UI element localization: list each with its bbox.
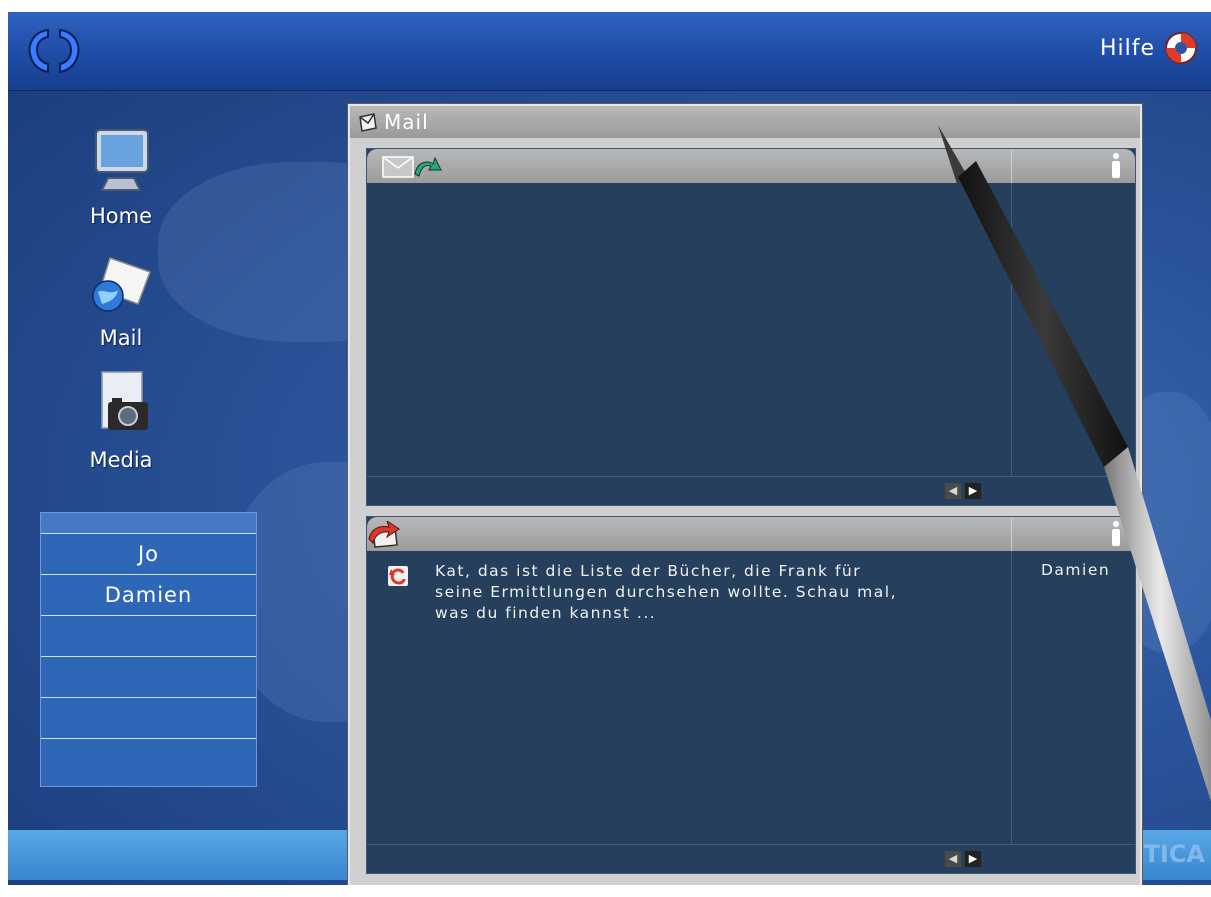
contact-list: Jo Damien	[40, 512, 257, 787]
message-sender: Damien	[1041, 561, 1111, 579]
inbox-pager: ◀ ▶	[945, 483, 981, 499]
nav-home-label: Home	[89, 204, 152, 228]
inbox-header	[367, 149, 1135, 183]
brand-text: TICA	[1143, 840, 1206, 868]
mail-window-title: Mail	[384, 110, 429, 134]
person-icon	[1112, 153, 1120, 178]
contact-item[interactable]	[41, 739, 256, 779]
mail-window: Mail ◀ ▶ Kat, das ist die Liste der Büch…	[348, 104, 1142, 885]
message-preview: Kat, das ist die Liste der Bücher, die F…	[435, 562, 898, 622]
contact-item[interactable]	[41, 616, 256, 657]
desktop: Hilfe Home Mail Media Jo Damien TICA Mai…	[8, 12, 1211, 885]
mail-window-titlebar[interactable]: Mail	[350, 106, 1140, 138]
contact-item[interactable]: Damien	[41, 575, 256, 616]
nav-media-label: Media	[89, 448, 153, 472]
header-divider	[1011, 149, 1012, 183]
person-icon	[1112, 521, 1120, 546]
nav-mail[interactable]: Mail	[66, 250, 176, 350]
mail-window-icon	[359, 113, 377, 132]
inbox-footer: ◀ ▶	[367, 476, 1135, 505]
nav-mail-label: Mail	[99, 326, 143, 350]
nav-home[interactable]: Home	[66, 124, 176, 228]
top-bar: Hilfe	[8, 12, 1211, 91]
refresh-logo-icon[interactable]	[24, 24, 84, 76]
next-page-button[interactable]: ▶	[965, 851, 981, 867]
contact-list-header	[41, 513, 256, 534]
incoming-mail-icon	[382, 156, 442, 178]
sent-pager: ◀ ▶	[945, 851, 981, 867]
lifebuoy-icon	[1165, 32, 1197, 64]
inbox-pane: ◀ ▶	[366, 148, 1136, 506]
contact-item[interactable]	[41, 657, 256, 698]
sent-footer: ◀ ▶	[367, 844, 1135, 873]
next-page-button[interactable]: ▶	[965, 483, 981, 499]
contact-item[interactable]	[41, 698, 256, 739]
outgoing-mail-icon	[368, 521, 400, 548]
camera-document-icon	[101, 371, 148, 430]
header-divider	[1011, 517, 1012, 551]
prev-page-button[interactable]: ◀	[945, 851, 961, 867]
column-divider	[1011, 183, 1012, 477]
sent-pane: Kat, das ist die Liste der Bücher, die F…	[366, 516, 1136, 874]
contact-item[interactable]: Jo	[41, 534, 256, 575]
sent-header	[367, 517, 1135, 551]
help-button[interactable]: Hilfe	[1100, 24, 1199, 72]
mail-globe-icon	[92, 257, 151, 312]
help-label: Hilfe	[1099, 35, 1155, 61]
prev-page-button[interactable]: ◀	[945, 483, 961, 499]
column-divider	[1011, 551, 1012, 845]
nav-media[interactable]: Media	[66, 368, 176, 472]
monitor-icon	[95, 129, 149, 191]
reply-arrow-icon	[388, 566, 408, 586]
